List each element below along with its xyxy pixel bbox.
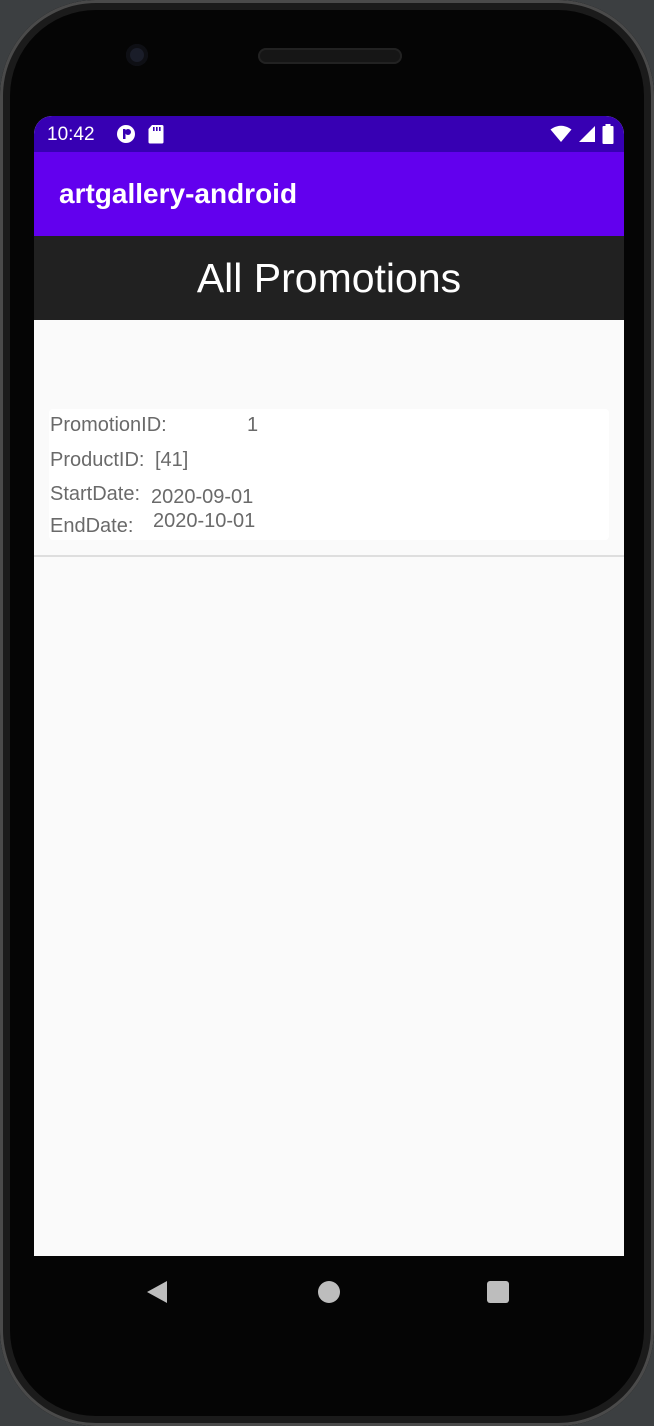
status-bar: 10:42 [34,116,624,152]
battery-icon [602,124,614,149]
app-bar: artgallery-android [34,152,624,236]
product-id-value: [41] [155,449,189,471]
wifi-icon [550,125,572,148]
recents-icon[interactable] [487,1281,509,1303]
phone-frame: 10:42 artgallery-android All Promotions … [0,0,654,1426]
promotion-id-label: PromotionID: [50,414,167,436]
earpiece-speaker [258,48,402,64]
back-icon[interactable] [146,1280,168,1309]
notification-icon [116,124,136,149]
product-id-label: ProductID: [50,449,145,471]
status-time: 10:42 [47,124,95,145]
home-icon[interactable] [318,1281,340,1303]
status-right-icons [550,124,614,149]
app-title: artgallery-android [59,178,298,209]
promotions-list[interactable]: PromotionID: 1 ProductID: [41] StartDate… [34,320,624,1256]
device-screen: 10:42 artgallery-android All Promotions … [34,116,624,1256]
navigation-bar [0,1256,654,1328]
page-title: All Promotions [196,254,462,301]
list-item[interactable]: PromotionID: 1 ProductID: [41] StartDate… [49,409,609,540]
page-header: All Promotions [34,236,624,320]
end-date-value: 2020-10-01 [153,510,256,532]
promotion-id-value: 1 [247,414,259,436]
end-date-label: EndDate: [50,515,134,537]
front-camera [126,44,148,66]
status-left-icons [116,124,164,149]
cellular-icon [578,125,596,148]
start-date-label: StartDate: [50,483,141,505]
start-date-value: 2020-09-01 [151,486,254,508]
list-divider [34,555,624,557]
sd-card-icon [148,124,164,149]
